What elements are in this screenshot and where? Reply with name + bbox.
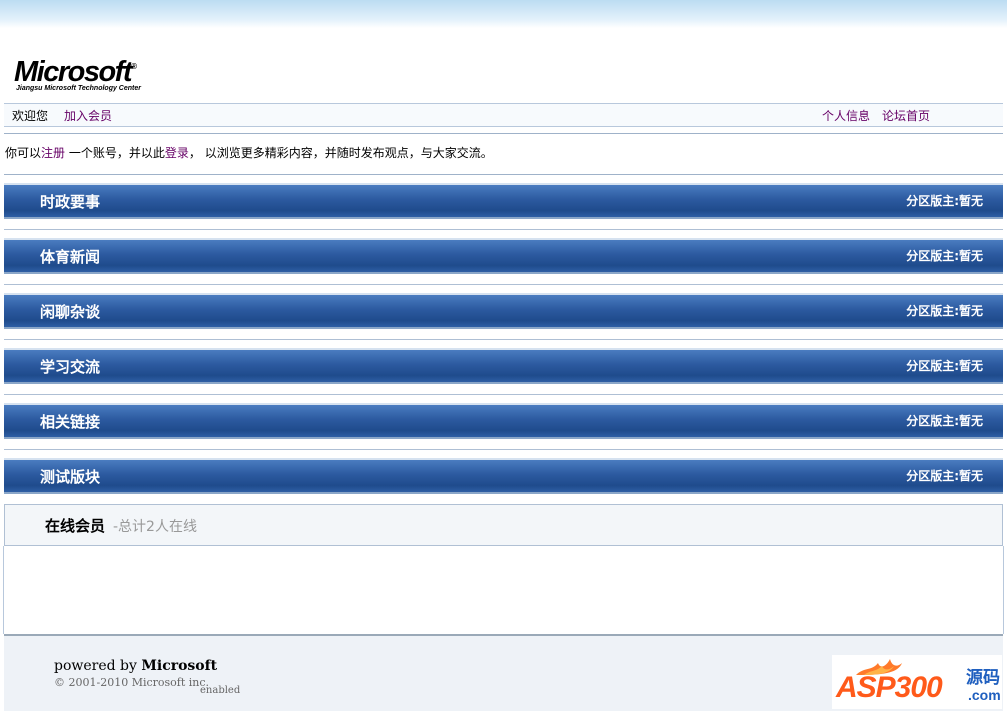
online-members-panel: 在线会员 -总计2人在线: [4, 504, 1003, 546]
category-title[interactable]: 学习交流: [40, 356, 100, 377]
copyright-text: © 2001-2010 Microsoft inc.: [54, 676, 210, 689]
category-moderator: 分区版主:暂无: [906, 359, 983, 373]
category-moderator: 分区版主:暂无: [906, 194, 983, 208]
category-divider: [4, 339, 1003, 340]
login-link[interactable]: 登录: [165, 146, 189, 160]
category-divider: [4, 284, 1003, 285]
user-navbar: 欢迎您 加入会员 个人信息 论坛首页: [4, 103, 1003, 127]
category-moderator: 分区版主:暂无: [906, 249, 983, 263]
powered-by: powered by Microsoft: [54, 658, 218, 674]
forum-home-link[interactable]: 论坛首页: [882, 107, 930, 124]
category-header-study[interactable]: 学习交流 分区版主:暂无: [4, 348, 1003, 382]
category-divider: [4, 449, 1003, 450]
online-members-count: -总计2人在线: [113, 519, 197, 535]
category-title[interactable]: 测试版块: [40, 466, 100, 487]
badge-source-text: 源码: [966, 668, 1000, 688]
category-divider: [4, 394, 1003, 395]
badge-com-text: .com: [968, 687, 1001, 703]
online-members-title: 在线会员: [45, 517, 106, 535]
guest-notice: 你可以注册 一个账号，并以此登录， 以浏览更多精彩内容，并随时发布观点，与大家交…: [5, 146, 493, 160]
microsoft-logo[interactable]: Microsoft® Jiangsu Microsoft Technology …: [14, 56, 164, 96]
asp300-badge[interactable]: ASP300 源码 .com: [832, 655, 1002, 709]
category-title[interactable]: 体育新闻: [40, 246, 100, 267]
category-moderator: 分区版主:暂无: [906, 414, 983, 428]
welcome-text: 欢迎您: [12, 109, 49, 123]
category-title[interactable]: 时政要事: [40, 191, 100, 212]
top-gradient-band: [0, 0, 1007, 28]
enabled-text: enabled: [200, 685, 241, 696]
badge-asp-text: ASP300: [836, 671, 943, 704]
register-link[interactable]: 注册: [41, 146, 65, 160]
category-header-sports[interactable]: 体育新闻 分区版主:暂无: [4, 238, 1003, 272]
frame-border-left: [3, 546, 4, 634]
category-moderator: 分区版主:暂无: [906, 469, 983, 483]
logo-subtitle: Jiangsu Microsoft Technology Center: [16, 85, 141, 92]
profile-link[interactable]: 个人信息: [822, 107, 870, 124]
category-header-test[interactable]: 测试版块 分区版主:暂无: [4, 458, 1003, 492]
category-divider: [4, 229, 1003, 230]
category-header-links[interactable]: 相关链接 分区版主:暂无: [4, 403, 1003, 437]
frame-border-right: [1003, 546, 1004, 634]
guest-notice-box: 你可以注册 一个账号，并以此登录， 以浏览更多精彩内容，并随时发布观点，与大家交…: [4, 133, 1003, 175]
category-header-politics[interactable]: 时政要事 分区版主:暂无: [4, 183, 1003, 217]
category-title[interactable]: 闲聊杂谈: [40, 301, 100, 322]
category-header-chat[interactable]: 闲聊杂谈 分区版主:暂无: [4, 293, 1003, 327]
join-member-link[interactable]: 加入会员: [64, 107, 112, 124]
category-moderator: 分区版主:暂无: [906, 304, 983, 318]
category-title[interactable]: 相关链接: [40, 411, 100, 432]
